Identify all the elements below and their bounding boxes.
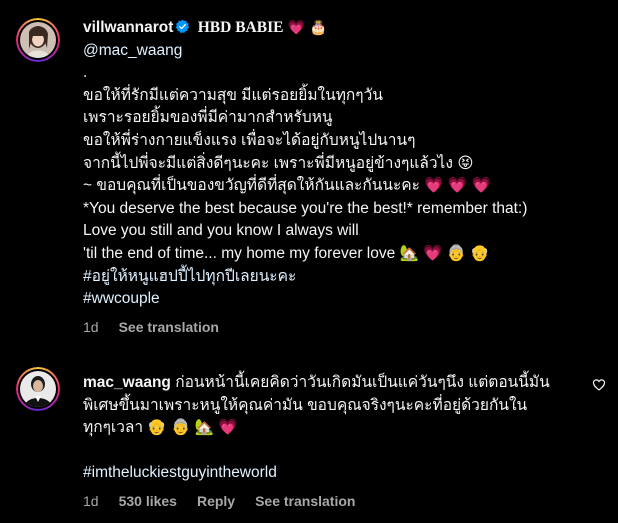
hashtag-link[interactable]: #imtheluckiestguyintheworld	[83, 462, 582, 485]
mention-mac-waang[interactable]: @mac_waang	[83, 40, 578, 63]
comment-time: 1d	[83, 318, 99, 335]
avatar-mac-waang[interactable]	[16, 367, 60, 411]
reply-line: mac_waang ก่อนหน้านี้เคยคิดว่าวันเกิดมัน…	[83, 372, 582, 395]
verified-badge-icon	[176, 19, 190, 34]
comment-time: 1d	[83, 492, 99, 509]
comment-line: *You deserve the best because you're the…	[83, 199, 528, 217]
comment-line: .	[83, 64, 88, 82]
username-villwannarot[interactable]: villwannarot	[83, 19, 173, 36]
reply-line: ทุกๆเวลา 👴 👵 🏡 💗	[83, 419, 238, 437]
comment-line: จากนี้ไปพี่จะมีแต่สิ่งดีๆนะคะ เพราะพี่มี…	[83, 154, 474, 172]
likes-count[interactable]: 530 likes	[119, 493, 177, 509]
comment-header: villwannarot HBD BABIE 💗 🎂	[83, 17, 578, 40]
see-translation-button[interactable]: See translation	[119, 319, 219, 335]
see-translation-button[interactable]: See translation	[255, 493, 355, 509]
comment-line: เพราะรอยยิ้มของพี่มีค่ามากสำหรับหนู	[83, 109, 333, 127]
comment-line: ~ ขอบคุณที่เป็นของขวัญที่ดีที่สุดให้กันแ…	[83, 177, 491, 195]
title-emojis: 💗 🎂	[287, 20, 328, 36]
reply-text: ก่อนหน้านี้เคยคิดว่าวันเกิดมันเป็นแค่วัน…	[175, 374, 550, 391]
reply-button[interactable]: Reply	[197, 493, 235, 509]
hashtag-link[interactable]: #wwcouple	[83, 288, 578, 311]
comment-meta: 1d 530 likes Reply See translation	[83, 493, 582, 509]
heart-outline-icon[interactable]	[592, 378, 606, 392]
comment-meta: 1d See translation	[83, 319, 578, 335]
comment-line: ขอให้ที่รักมีแต่ความสุข มีแต่รอยยิ้มในทุ…	[83, 86, 383, 104]
hashtag-link[interactable]: #อยู่ให้หนูแฮปปี้ไปทุกปีเลยนะคะ	[83, 266, 578, 289]
reply-line: พิเศษขึ้นมาเพราะหนูให้คุณค่ามัน ขอบคุณจร…	[83, 396, 528, 414]
comment-line: Love you still and you know I always wil…	[83, 222, 359, 240]
comment-line: 'til the end of time... my home my forev…	[83, 244, 490, 262]
comment-title: HBD BABIE	[197, 19, 284, 36]
comment-line: ขอให้พี่ร่างกายแข็งแรง เพื่อจะได้อยู่กับ…	[83, 131, 416, 149]
username-mac-waang[interactable]: mac_waang	[83, 374, 171, 391]
avatar-villwannarot[interactable]	[16, 18, 60, 62]
